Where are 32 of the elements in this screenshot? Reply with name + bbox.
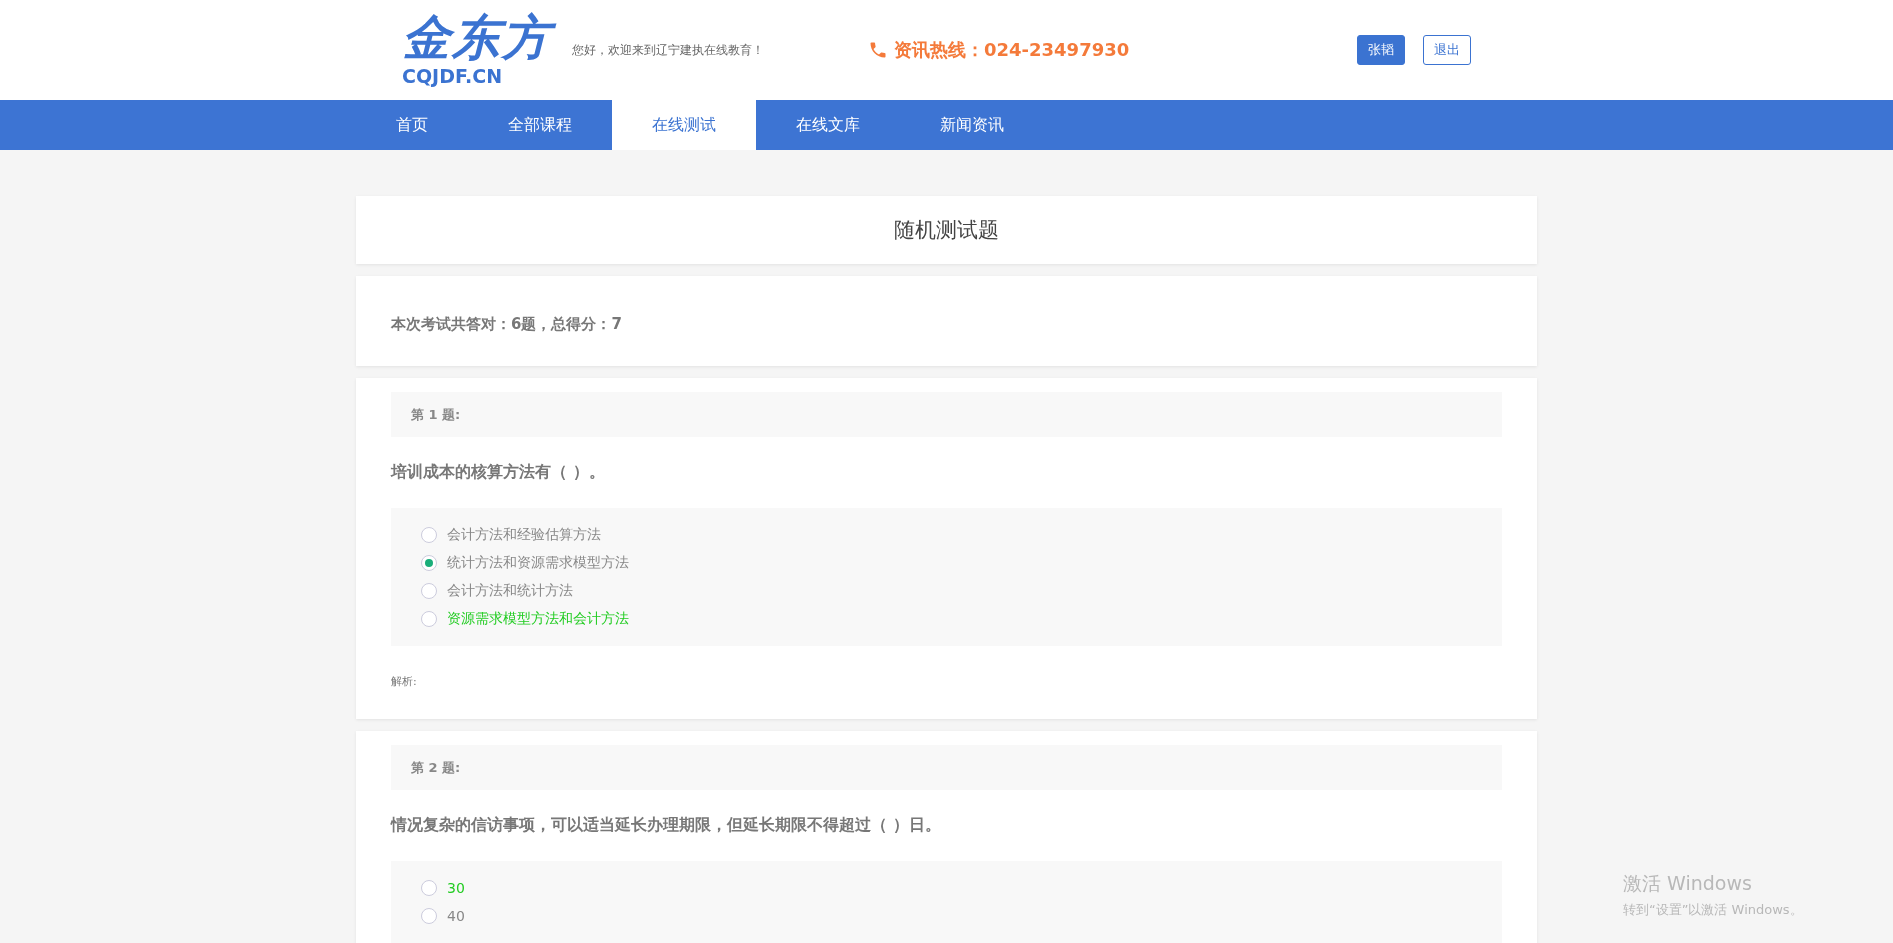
hotline-text: 资讯热线：024-23497930 — [894, 38, 1130, 62]
question-text: 培训成本的核算方法有（ ）。 — [391, 462, 606, 483]
activation-title: 激活 Windows — [1623, 871, 1753, 896]
radio-button[interactable] — [421, 555, 437, 571]
option-label: 资源需求模型方法和会计方法 — [447, 610, 629, 628]
radio-button[interactable] — [421, 527, 437, 543]
score-summary: 本次考试共答对：6题，总得分：7 — [391, 314, 622, 334]
activation-text: 转到“设置”以激活 Windows。 — [1623, 901, 1804, 919]
radio-button[interactable] — [421, 908, 437, 924]
nav-tab[interactable]: 在线文库 — [756, 100, 900, 150]
user-button[interactable]: 张韬 — [1357, 35, 1405, 65]
nav-tab[interactable]: 在线测试 — [612, 100, 756, 150]
welcome-text: 您好，欢迎来到辽宁建执在线教育！ — [572, 41, 764, 59]
radio-button[interactable] — [421, 880, 437, 896]
nav-tab[interactable]: 首页 — [356, 100, 468, 150]
phone-icon — [868, 40, 888, 60]
nav-tab[interactable]: 新闻资讯 — [900, 100, 1044, 150]
option-label: 统计方法和资源需求模型方法 — [447, 554, 629, 572]
radio-button[interactable] — [421, 611, 437, 627]
question-number: 第 2 题: — [411, 758, 461, 777]
option-label: 30 — [447, 880, 465, 896]
question-number: 第 1 题: — [411, 405, 461, 424]
logout-button[interactable]: 退出 — [1423, 35, 1471, 65]
nav-tab[interactable]: 全部课程 — [468, 100, 612, 150]
question-text: 情况复杂的信访事项，可以适当延长办理期限，但延长期限不得超过（ ）日。 — [391, 815, 942, 836]
option-label: 40 — [447, 908, 465, 924]
analysis-label: 解析: — [391, 674, 418, 689]
radio-button[interactable] — [421, 583, 437, 599]
option-label: 会计方法和经验估算方法 — [447, 526, 601, 544]
option-label: 会计方法和统计方法 — [447, 582, 573, 600]
site-logo[interactable]: 金东方 CQJDF.CN — [402, 10, 566, 90]
page-title: 随机测试题 — [894, 217, 999, 244]
